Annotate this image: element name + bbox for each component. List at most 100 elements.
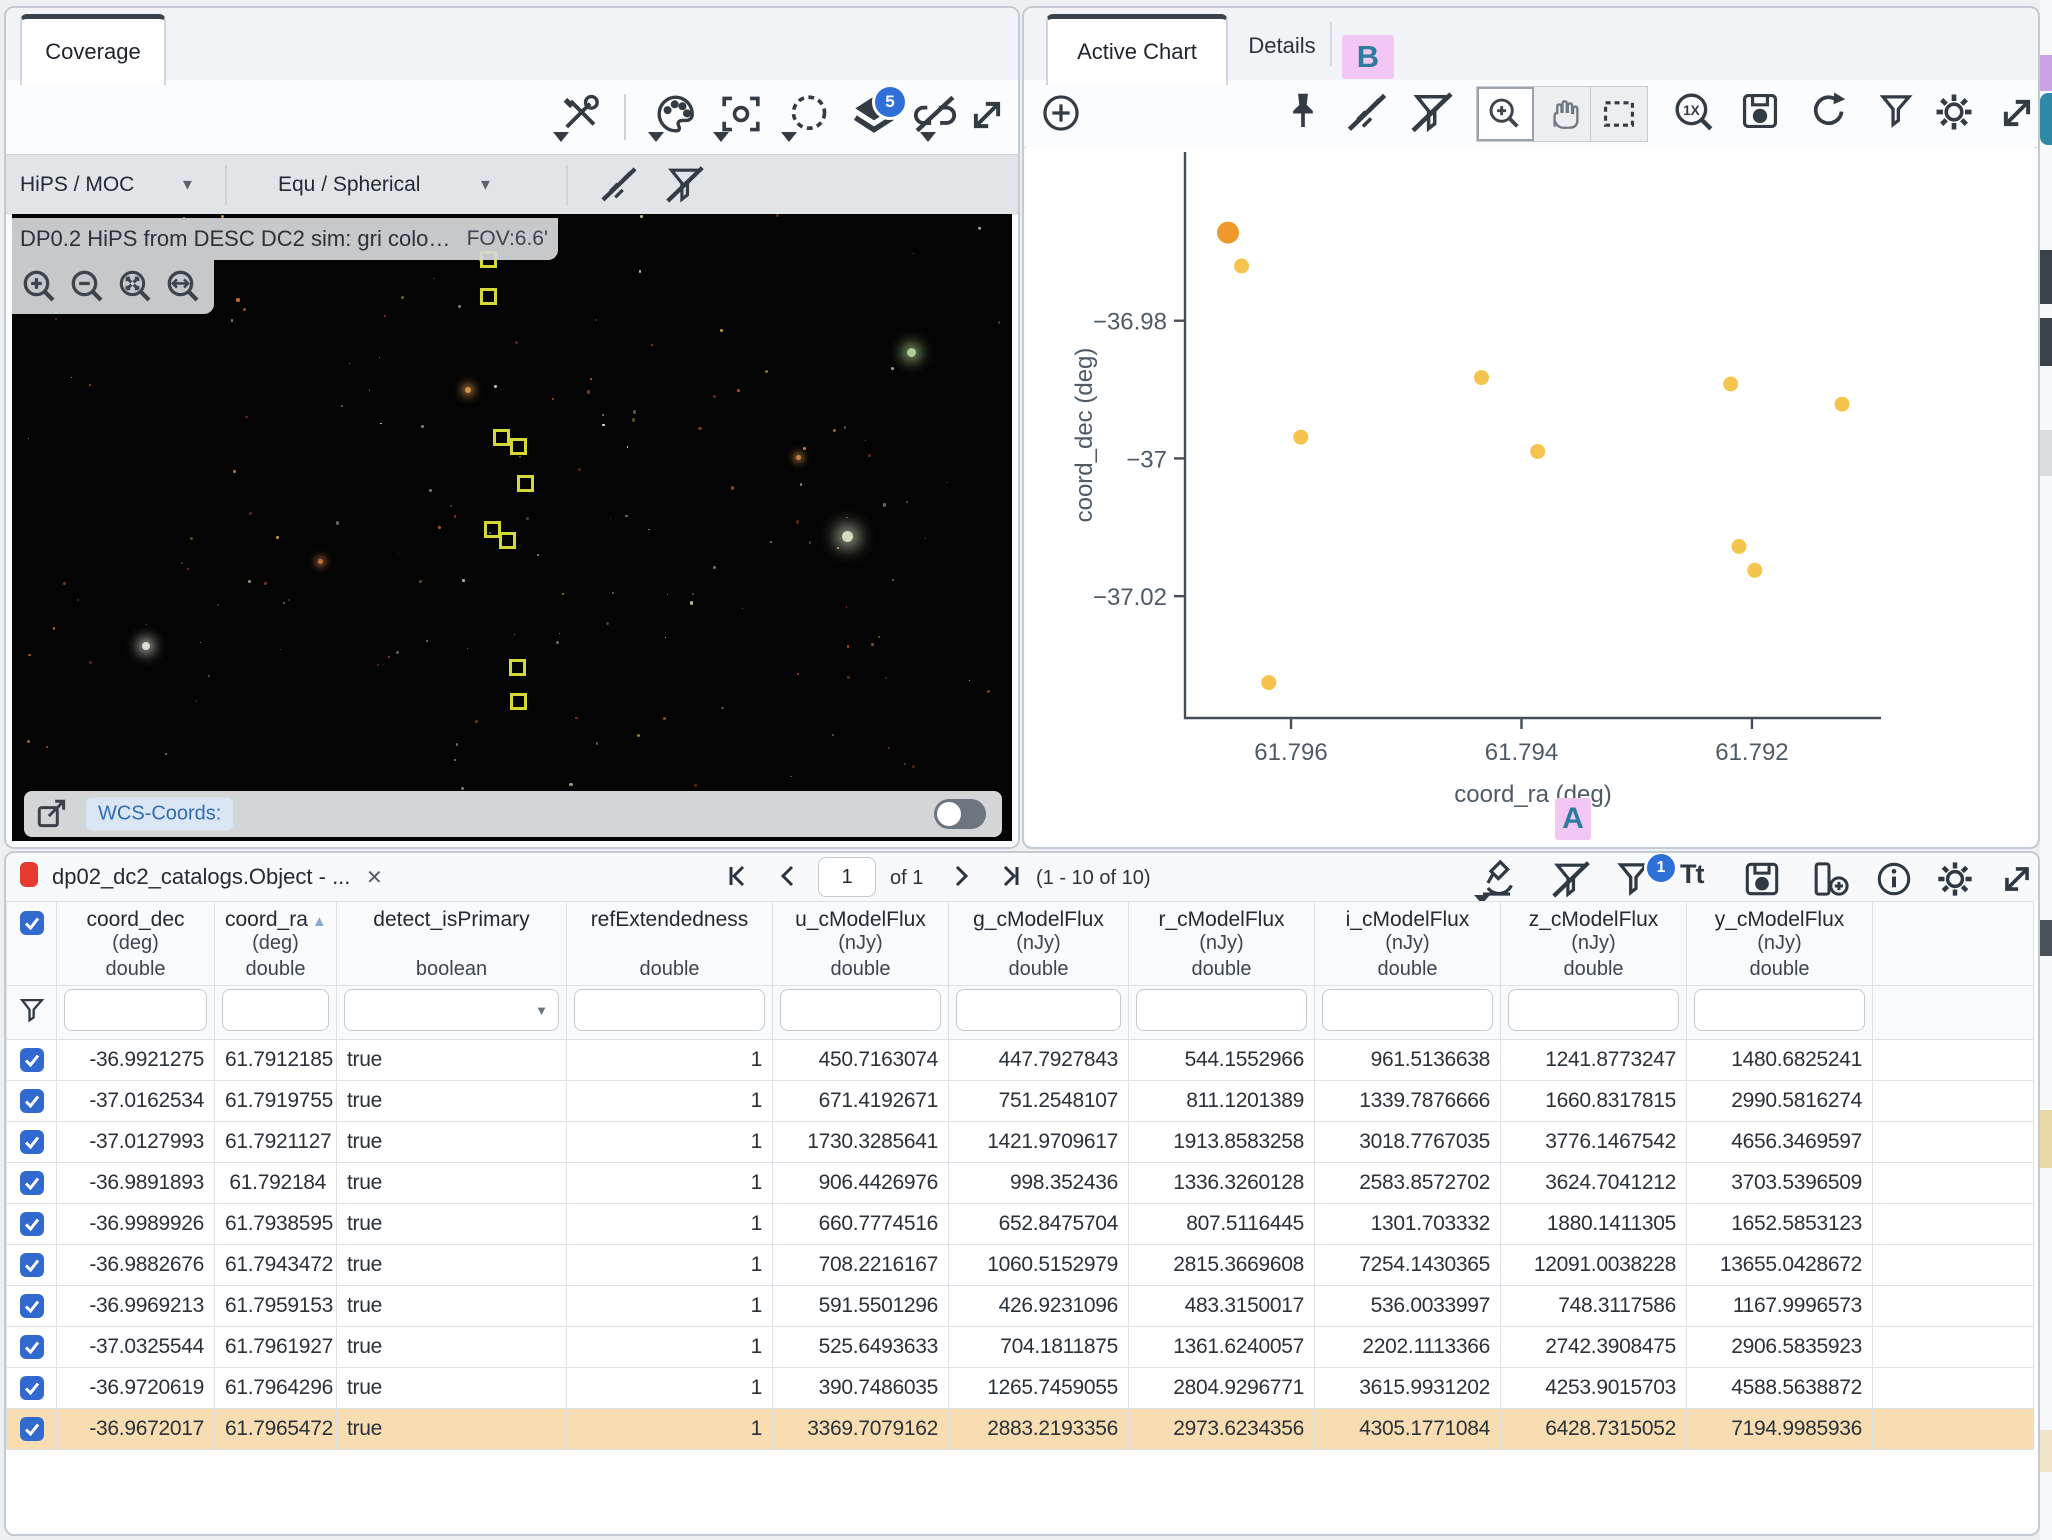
cell-coord_ra[interactable]: 61.7965472 — [215, 1409, 337, 1450]
cell-u_cModelFlux[interactable]: 3369.7079162 — [773, 1409, 949, 1450]
row-select-cell[interactable] — [7, 1409, 57, 1450]
row-select-cell[interactable] — [7, 1327, 57, 1368]
row-checkbox-icon[interactable] — [19, 1170, 45, 1196]
cell-y_cModelFlux[interactable]: 4656.3469597 — [1687, 1122, 1873, 1163]
cell-detect_isPrimary[interactable]: true — [337, 1122, 567, 1163]
page-number-input[interactable] — [818, 857, 876, 897]
catalog-marker-square[interactable] — [509, 659, 526, 676]
cell-z_cModelFlux[interactable]: 6428.7315052 — [1501, 1409, 1687, 1450]
column-header-refExtendedness[interactable]: refExtendedness double — [567, 902, 773, 986]
save-chart-icon[interactable] — [1739, 90, 1781, 132]
cell-u_cModelFlux[interactable]: 390.7486035 — [773, 1368, 949, 1409]
cell-i_cModelFlux[interactable]: 2202.1113366 — [1315, 1327, 1501, 1368]
cell-detect_isPrimary[interactable]: true — [337, 1204, 567, 1245]
column-header-r_cModelFlux[interactable]: r_cModelFlux (nJy)double — [1129, 902, 1315, 986]
row-checkbox-icon[interactable] — [19, 1375, 45, 1401]
column-header-i_cModelFlux[interactable]: i_cModelFlux (nJy)double — [1315, 902, 1501, 986]
cell-coord_ra[interactable]: 61.7938595 — [215, 1204, 337, 1245]
table-settings-icon[interactable] — [1934, 858, 1976, 900]
cell-refExtendedness[interactable]: 1 — [567, 1081, 773, 1122]
cell-coord_dec[interactable]: -36.9672017 — [57, 1409, 215, 1450]
row-checkbox-icon[interactable] — [19, 910, 45, 936]
cell-y_cModelFlux[interactable]: 1480.6825241 — [1687, 1040, 1873, 1081]
catalog-marker-square[interactable] — [510, 693, 527, 710]
cell-r_cModelFlux[interactable]: 2815.3669608 — [1129, 1245, 1315, 1286]
row-select-cell[interactable] — [7, 1163, 57, 1204]
table-close-icon[interactable]: ✕ — [366, 865, 383, 890]
sky-image[interactable]: DP0.2 HiPS from DESC DC2 sim: gri colo… … — [12, 214, 1012, 841]
column-header-y_cModelFlux[interactable]: y_cModelFlux (nJy)double — [1687, 902, 1873, 986]
cell-r_cModelFlux[interactable]: 807.5116445 — [1129, 1204, 1315, 1245]
table-row[interactable]: -36.988267661.7943472true1708.2216167106… — [7, 1245, 2034, 1286]
cell-i_cModelFlux[interactable]: 1339.7876666 — [1315, 1081, 1501, 1122]
table-row[interactable]: -36.989189361.792184true1906.4426976998.… — [7, 1163, 2034, 1204]
cell-i_cModelFlux[interactable]: 3615.9931202 — [1315, 1368, 1501, 1409]
row-select-cell[interactable] — [7, 1245, 57, 1286]
cell-refExtendedness[interactable]: 1 — [567, 1368, 773, 1409]
hips-moc-caret-icon[interactable]: ▼ — [180, 177, 195, 194]
zoom-fill-button[interactable] — [164, 267, 204, 307]
cell-detect_isPrimary[interactable]: true — [337, 1163, 567, 1204]
cell-r_cModelFlux[interactable]: 1361.6240057 — [1129, 1327, 1315, 1368]
cell-r_cModelFlux[interactable]: 811.1201389 — [1129, 1081, 1315, 1122]
cell-g_cModelFlux[interactable]: 1060.5152979 — [949, 1245, 1129, 1286]
row-select-cell[interactable] — [7, 1122, 57, 1163]
chart-filter-icon[interactable] — [1876, 91, 1916, 131]
row-checkbox-icon[interactable] — [19, 1088, 45, 1114]
table-row[interactable]: -37.016253461.7919755true1671.4192671751… — [7, 1081, 2034, 1122]
cell-coord_ra[interactable]: 61.7959153 — [215, 1286, 337, 1327]
table-title[interactable]: dp02_dc2_catalogs.Object - ... — [52, 864, 350, 890]
cell-detect_isPrimary[interactable]: true — [337, 1081, 567, 1122]
cell-detect_isPrimary[interactable]: true — [337, 1286, 567, 1327]
row-checkbox-icon[interactable] — [19, 1047, 45, 1073]
cell-detect_isPrimary[interactable]: true — [337, 1409, 567, 1450]
projection-dropdown[interactable]: Equ / Spherical — [278, 173, 420, 197]
add-chart-icon[interactable] — [1040, 92, 1082, 134]
cell-z_cModelFlux[interactable]: 748.3117586 — [1501, 1286, 1687, 1327]
table-row[interactable]: -36.992127561.7912185true1450.7163074447… — [7, 1040, 2034, 1081]
catalog-marker-square[interactable] — [499, 532, 516, 549]
catalog-marker-square[interactable] — [493, 429, 510, 446]
cell-y_cModelFlux[interactable]: 13655.0428672 — [1687, 1245, 1873, 1286]
cell-coord_ra[interactable]: 61.7961927 — [215, 1327, 337, 1368]
catalog-marker-square[interactable] — [517, 475, 534, 492]
restore-chart-icon[interactable] — [1807, 90, 1849, 132]
cell-g_cModelFlux[interactable]: 447.7927843 — [949, 1040, 1129, 1081]
cell-g_cModelFlux[interactable]: 426.9231096 — [949, 1286, 1129, 1327]
cell-coord_ra[interactable]: 61.7943472 — [215, 1245, 337, 1286]
table-row[interactable]: -37.012799361.7921127true11730.328564114… — [7, 1122, 2034, 1163]
select-mode-button[interactable] — [1591, 87, 1647, 141]
scatter-point[interactable] — [1474, 370, 1489, 385]
filter-input-z_cModelFlux[interactable] — [1501, 986, 1687, 1040]
row-select-cell[interactable] — [7, 1081, 57, 1122]
cell-i_cModelFlux[interactable]: 3018.7767035 — [1315, 1122, 1501, 1163]
cell-refExtendedness[interactable]: 1 — [567, 1409, 773, 1450]
external-link-icon[interactable] — [34, 796, 70, 832]
row-checkbox-icon[interactable] — [19, 1416, 45, 1442]
cell-z_cModelFlux[interactable]: 3624.7041212 — [1501, 1163, 1687, 1204]
filter-input-g_cModelFlux[interactable] — [949, 986, 1129, 1040]
cell-y_cModelFlux[interactable]: 3703.5396509 — [1687, 1163, 1873, 1204]
zoom-in-button[interactable] — [20, 267, 60, 307]
column-header-g_cModelFlux[interactable]: g_cModelFlux (nJy)double — [949, 902, 1129, 986]
cell-refExtendedness[interactable]: 1 — [567, 1122, 773, 1163]
row-checkbox-icon[interactable] — [19, 1129, 45, 1155]
cell-i_cModelFlux[interactable]: 7254.1430365 — [1315, 1245, 1501, 1286]
cell-z_cModelFlux[interactable]: 1880.1411305 — [1501, 1204, 1687, 1245]
cell-detect_isPrimary[interactable]: true — [337, 1368, 567, 1409]
expand-table-icon[interactable] — [1998, 860, 2036, 898]
pin-chart-icon[interactable] — [1282, 90, 1324, 132]
cell-z_cModelFlux[interactable]: 12091.0038228 — [1501, 1245, 1687, 1286]
cell-z_cModelFlux[interactable]: 1241.8773247 — [1501, 1040, 1687, 1081]
cell-g_cModelFlux[interactable]: 998.352436 — [949, 1163, 1129, 1204]
cell-y_cModelFlux[interactable]: 7194.9985936 — [1687, 1409, 1873, 1450]
cell-r_cModelFlux[interactable]: 544.1552966 — [1129, 1040, 1315, 1081]
scatter-point-selected[interactable] — [1217, 222, 1239, 244]
scatter-chart[interactable]: 61.79661.79461.792−36.98−37−37.02coord_r… — [1026, 147, 2034, 845]
cell-refExtendedness[interactable]: 1 — [567, 1327, 773, 1368]
column-header-coord_ra[interactable]: coord_ra▲ (deg)double — [215, 902, 337, 986]
filter-select-caret-icon[interactable]: ▼ — [535, 1003, 548, 1018]
cell-coord_dec[interactable]: -36.9720619 — [57, 1368, 215, 1409]
zoom-out-button[interactable] — [68, 267, 108, 307]
recenter-icon[interactable] — [719, 92, 763, 136]
